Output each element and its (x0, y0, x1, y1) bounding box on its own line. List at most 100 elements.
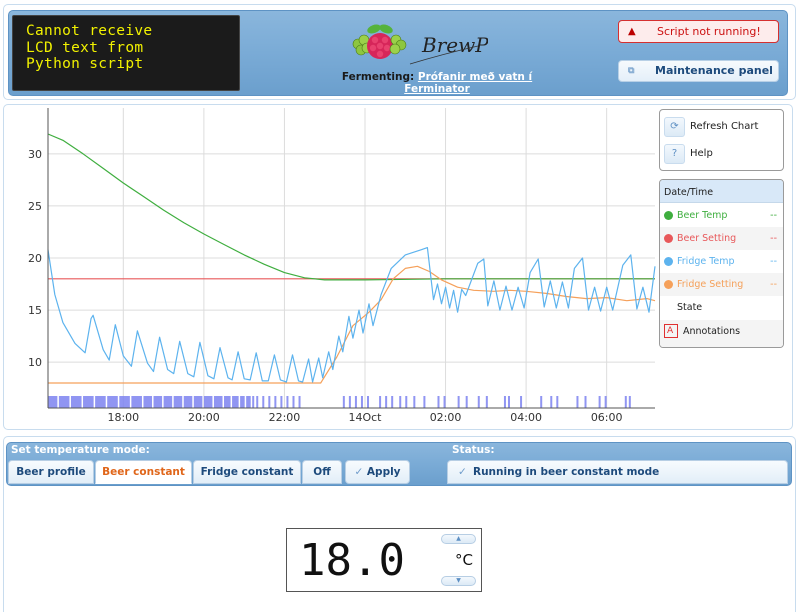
legend-annotations-label: Annotations (683, 326, 741, 337)
decrease-temp-button[interactable]: ▼ (441, 576, 476, 586)
state-marker (367, 396, 370, 408)
annotation-icon: A (664, 324, 678, 338)
state-marker (286, 396, 289, 408)
state-marker (457, 396, 460, 408)
x-tick-label: 02:00 (430, 411, 462, 424)
legend-item-fridge-setting[interactable]: Fridge Setting -- (660, 273, 783, 296)
state-marker (274, 396, 277, 408)
state-marker (95, 396, 106, 408)
state-marker (107, 396, 118, 408)
x-tick-label: 22:00 (269, 411, 301, 424)
state-marker (550, 396, 553, 408)
state-marker (280, 396, 283, 408)
state-marker (503, 396, 506, 408)
refresh-chart-label: Refresh Chart (690, 121, 759, 132)
state-marker (173, 396, 183, 408)
y-tick-label: 30 (28, 148, 42, 161)
legend-item-fridge-temp[interactable]: Fridge Temp -- (660, 250, 783, 273)
y-tick-label: 10 (28, 356, 42, 369)
chart-legend: Date/Time Beer Temp -- Beer Setting -- F… (659, 179, 784, 348)
state-marker (119, 396, 130, 408)
state-marker (379, 396, 382, 408)
y-tick-label: 15 (28, 304, 42, 317)
state-marker (70, 396, 82, 408)
state-marker (48, 396, 58, 408)
state-marker (507, 396, 510, 408)
legend-value: -- (770, 279, 777, 290)
state-marker (413, 396, 416, 408)
state-marker (354, 396, 357, 408)
state-marker (540, 396, 543, 408)
legend-item-annotations[interactable]: A Annotations (660, 320, 783, 347)
state-marker (465, 396, 468, 408)
fridge-constant-button[interactable]: Fridge constant (193, 460, 301, 484)
state-marker (604, 396, 607, 408)
legend-header: Date/Time (660, 180, 783, 203)
status-text: Running in beer constant mode (473, 466, 660, 478)
state-marker (153, 396, 163, 408)
state-marker (58, 396, 70, 408)
legend-value: -- (770, 210, 777, 221)
state-marker (342, 396, 345, 408)
x-tick-label: 14Oct (348, 411, 382, 424)
legend-value: -- (770, 233, 777, 244)
legend-state-label: State (677, 302, 703, 313)
refresh-icon: ⟳ (664, 117, 685, 137)
series-fridge-setting (48, 265, 656, 384)
temperature-unit: °C (455, 551, 473, 569)
temperature-value[interactable]: 18.0 (299, 537, 405, 585)
state-marker (83, 396, 94, 408)
legend-datetime: Date/Time (664, 187, 714, 198)
state-marker (298, 396, 301, 408)
legend-item-beer-temp[interactable]: Beer Temp -- (660, 204, 783, 227)
state-marker (584, 396, 587, 408)
state-marker (348, 396, 351, 408)
state-marker (399, 396, 402, 408)
arrow-up-icon: ▲ (456, 535, 461, 542)
beer-temp-dot-icon (664, 211, 673, 220)
legend-item-state: State (660, 296, 783, 319)
state-marker (477, 396, 480, 408)
increase-temp-button[interactable]: ▲ (441, 534, 476, 544)
help-label: Help (690, 148, 713, 159)
apply-button[interactable]: ✓ Apply (345, 460, 410, 484)
mode-title: Set temperature mode: (11, 444, 150, 456)
apply-label: Apply (366, 466, 401, 478)
state-marker (163, 396, 173, 408)
state-marker (624, 396, 627, 408)
help-icon: ? (664, 144, 685, 164)
state-marker (224, 396, 231, 408)
help-button[interactable]: ? Help (664, 144, 779, 166)
state-marker (437, 396, 440, 408)
y-tick-label: 25 (28, 200, 42, 213)
chart-axes: 10 15 20 25 30 18:00 20:00 22:00 14Oct 02:00 04:00… (28, 108, 655, 424)
check-icon: ✓ (354, 466, 364, 478)
state-marker (520, 396, 523, 408)
state-marker (143, 396, 153, 408)
status-display: ✓ Running in beer constant mode (447, 460, 788, 484)
state-marker (262, 396, 265, 408)
legend-item-beer-setting[interactable]: Beer Setting -- (660, 227, 783, 250)
state-marker (292, 396, 295, 408)
fridge-temp-dot-icon (664, 257, 673, 266)
temperature-input[interactable]: 18.0 ▲ °C ▼ (286, 528, 482, 592)
state-marker (556, 396, 559, 408)
status-title: Status: (452, 444, 495, 456)
legend-name: Beer Setting (677, 233, 737, 244)
x-tick-label: 18:00 (107, 411, 139, 424)
legend-name: Fridge Temp (677, 256, 735, 267)
state-marker (443, 396, 446, 408)
beer-constant-button[interactable]: Beer constant (95, 460, 192, 484)
beer-profile-button[interactable]: Beer profile (8, 460, 94, 484)
off-button[interactable]: Off (302, 460, 342, 484)
state-marker (360, 396, 363, 408)
x-tick-label: 20:00 (188, 411, 220, 424)
state-marker (423, 396, 426, 408)
state-marker (405, 396, 408, 408)
state-marker (485, 396, 488, 408)
state-marker (203, 396, 213, 408)
legend-name: Fridge Setting (677, 279, 744, 290)
refresh-chart-button[interactable]: ⟳ Refresh Chart (664, 117, 779, 139)
state-marker (268, 396, 271, 408)
arrow-down-icon: ▼ (456, 577, 461, 584)
